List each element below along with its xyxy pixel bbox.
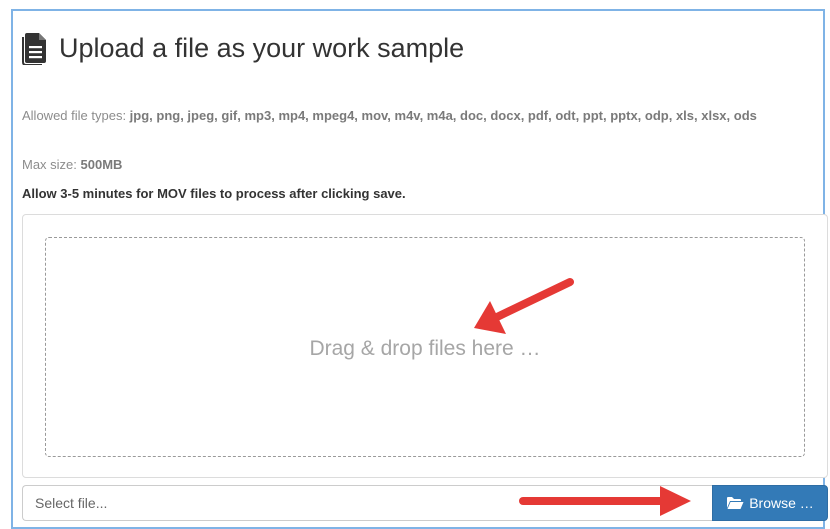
max-size-label: Max size: (22, 157, 81, 172)
mov-processing-notice: Allow 3-5 minutes for MOV files to proce… (22, 186, 406, 201)
allowed-types-value: jpg, png, jpeg, gif, mp3, mp4, mpeg4, mo… (129, 108, 757, 123)
page-title-text: Upload a file as your work sample (59, 32, 465, 63)
max-size-value: 500MB (80, 157, 123, 172)
select-file-input[interactable] (22, 485, 712, 521)
upload-container: Drag & drop files here … (22, 214, 828, 478)
allowed-file-types: Allowed file types: jpg, png, jpeg, gif,… (22, 106, 812, 125)
file-select-group: Browse … (22, 485, 828, 521)
max-size: Max size: 500MB (22, 157, 122, 172)
drop-zone-text: Drag & drop files here … (309, 337, 541, 360)
allowed-types-label: Allowed file types: (22, 108, 130, 123)
folder-open-icon (727, 497, 744, 509)
drop-zone[interactable]: Drag & drop files here … (45, 237, 805, 457)
file-text-icon (22, 33, 46, 65)
page-title: Upload a file as your work sample (21, 31, 464, 65)
browse-button[interactable]: Browse … (712, 485, 828, 521)
browse-button-label: Browse … (749, 495, 814, 511)
